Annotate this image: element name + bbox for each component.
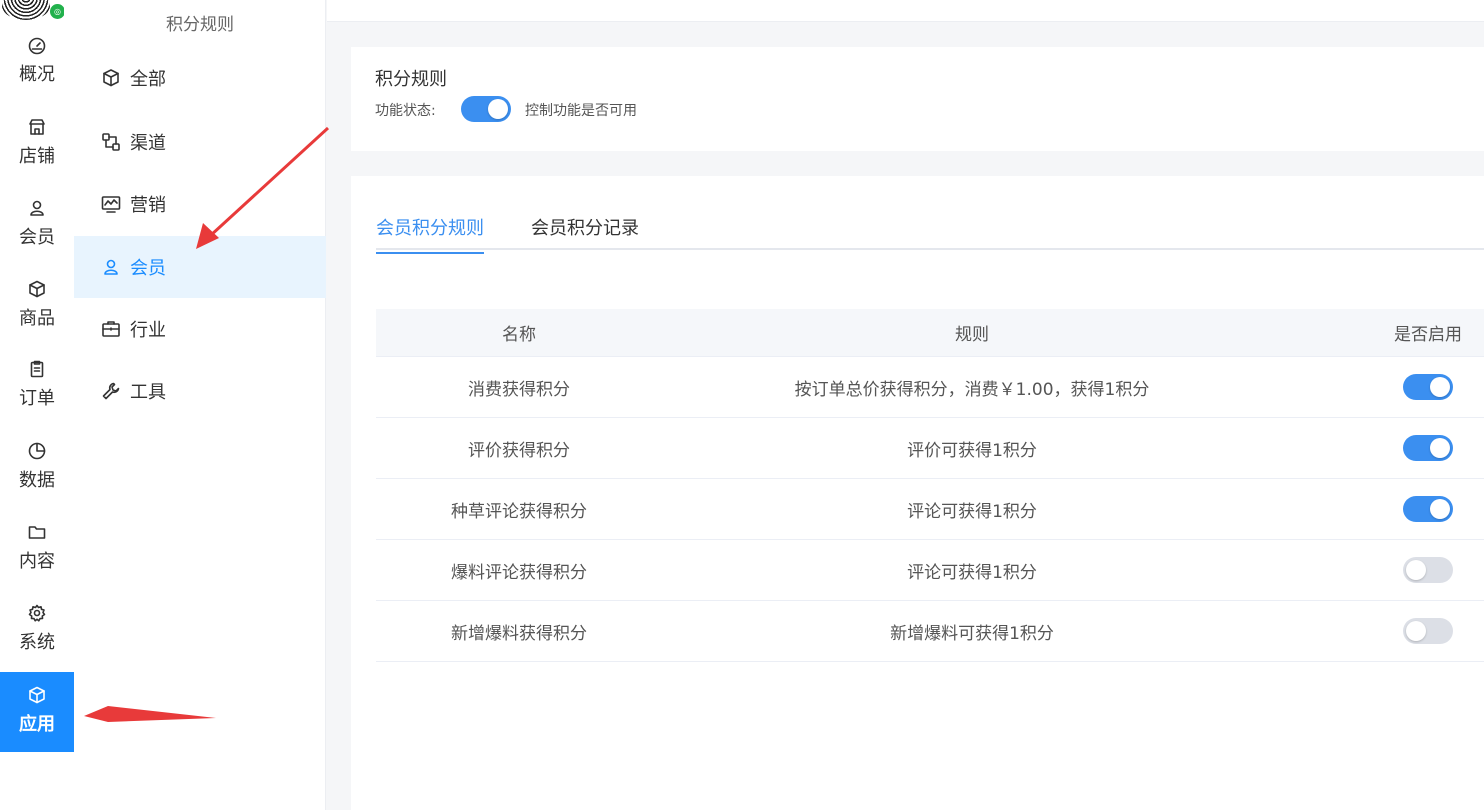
subnav-item-tools[interactable]: 工具 [74, 360, 326, 422]
enable-toggle[interactable] [1403, 435, 1453, 461]
column-header-enabled: 是否启用 [1394, 325, 1462, 345]
nav-item-member[interactable]: 会员 [0, 194, 74, 274]
nav-item-data[interactable]: 数据 [0, 437, 74, 517]
enable-toggle[interactable] [1403, 557, 1453, 583]
subnav-item-label: 工具 [130, 382, 166, 403]
channel-icon [102, 133, 120, 151]
subnav-item-label: 渠道 [130, 133, 166, 154]
nav-item-label: 应用 [19, 714, 55, 735]
table-row: 新增爆料获得积分 新增爆料可获得1积分 [376, 601, 1484, 662]
nav-item-label: 店铺 [19, 146, 55, 167]
rule-name: 种草评论获得积分 [451, 501, 587, 522]
subnav-item-label: 全部 [130, 69, 166, 90]
pie-chart-icon [28, 442, 46, 460]
feature-status-toggle[interactable] [461, 96, 511, 122]
page-title: 积分规则 [375, 69, 447, 90]
column-header-name: 名称 [502, 325, 536, 345]
rule-description: 按订单总价获得积分，消费￥1.00，获得1积分 [794, 379, 1150, 400]
nav-item-goods[interactable]: 商品 [0, 275, 74, 355]
status-label: 功能状态: [375, 103, 436, 119]
table-row: 评价获得积分 评价可获得1积分 [376, 418, 1484, 479]
nav-item-label: 概况 [19, 64, 55, 85]
table-row: 消费获得积分 按订单总价获得积分，消费￥1.00，获得1积分 [376, 357, 1484, 418]
dashboard-icon [28, 37, 46, 55]
mini-program-icon: ◎ [50, 4, 64, 19]
enable-cell [1372, 479, 1484, 539]
app-logo: ◎ [0, 0, 64, 22]
rule-description: 评论可获得1积分 [907, 501, 1037, 522]
secondary-nav: 积分规则 全部 渠道 营销 会员 行业 工具 [74, 0, 326, 810]
points-rule-panel: 会员积分规则 会员积分记录 名称 规则 是否启用 消费获得积分 按订单总价获得积… [351, 176, 1484, 810]
tab-bar: 会员积分规则 会员积分记录 [376, 204, 1484, 254]
user-icon [104, 259, 118, 275]
folder-icon [28, 526, 46, 539]
nav-item-overview[interactable]: 概况 [0, 32, 74, 112]
enable-cell [1372, 418, 1484, 478]
rule-name: 新增爆料获得积分 [451, 623, 587, 644]
points-rule-header: 积分规则 功能状态: 控制功能是否可用 [351, 47, 1484, 151]
top-bar [327, 0, 1484, 22]
enable-toggle[interactable] [1403, 374, 1453, 400]
clipboard-icon [30, 360, 44, 378]
subnav-item-member[interactable]: 会员 [74, 236, 326, 298]
nav-item-label: 数据 [19, 470, 55, 491]
wrench-icon [102, 382, 120, 400]
nav-item-apps[interactable]: 应用 [0, 672, 74, 752]
nav-item-order[interactable]: 订单 [0, 355, 74, 435]
table-row: 种草评论获得积分 评论可获得1积分 [376, 479, 1484, 540]
subnav-item-industry[interactable]: 行业 [74, 298, 326, 360]
nav-item-label: 内容 [19, 551, 55, 572]
gear-icon [28, 604, 46, 622]
subnav-title: 积分规则 [166, 15, 234, 35]
shop-icon [29, 119, 45, 135]
monitor-chart-icon [101, 196, 121, 213]
nav-item-content[interactable]: 内容 [0, 518, 74, 598]
nav-item-label: 商品 [19, 308, 55, 329]
briefcase-icon [102, 321, 120, 337]
tab-member-points-records[interactable]: 会员积分记录 [531, 214, 639, 252]
user-icon [30, 200, 44, 216]
rule-name: 消费获得积分 [468, 379, 570, 400]
enable-toggle[interactable] [1403, 496, 1453, 522]
table-row: 爆料评论获得积分 评论可获得1积分 [376, 540, 1484, 601]
nav-item-label: 系统 [19, 632, 55, 653]
status-description: 控制功能是否可用 [525, 103, 637, 119]
enable-cell [1372, 357, 1484, 417]
qr-code-icon [2, 0, 50, 20]
rule-name: 爆料评论获得积分 [451, 562, 587, 583]
rule-description: 新增爆料可获得1积分 [890, 623, 1054, 644]
subnav-item-all[interactable]: 全部 [74, 47, 326, 109]
enable-cell [1372, 540, 1484, 600]
enable-cell [1372, 601, 1484, 661]
rule-name: 评价获得积分 [468, 440, 570, 461]
nav-item-label: 订单 [19, 388, 55, 409]
primary-nav: ◎ 概况 店铺 会员 商品 订单 数据 内容 系统 应用 [0, 0, 74, 810]
subnav-item-label: 会员 [130, 258, 166, 279]
tab-member-points-rules[interactable]: 会员积分规则 [376, 214, 484, 254]
subnav-item-marketing[interactable]: 营销 [74, 173, 326, 235]
subnav-item-label: 行业 [130, 320, 166, 341]
rule-description: 评论可获得1积分 [907, 562, 1037, 583]
enable-toggle[interactable] [1403, 618, 1453, 644]
column-header-rule: 规则 [955, 325, 989, 345]
box-icon [29, 280, 45, 298]
cube-icon [29, 686, 45, 704]
cube-icon [103, 69, 119, 87]
points-rule-table: 名称 规则 是否启用 消费获得积分 按订单总价获得积分，消费￥1.00，获得1积… [376, 309, 1484, 662]
table-header: 名称 规则 是否启用 [376, 309, 1484, 357]
nav-item-shop[interactable]: 店铺 [0, 113, 74, 193]
nav-item-system[interactable]: 系统 [0, 599, 74, 679]
subnav-item-channel[interactable]: 渠道 [74, 111, 326, 173]
nav-item-label: 会员 [19, 227, 55, 248]
rule-description: 评价可获得1积分 [907, 440, 1037, 461]
subnav-item-label: 营销 [130, 195, 166, 216]
